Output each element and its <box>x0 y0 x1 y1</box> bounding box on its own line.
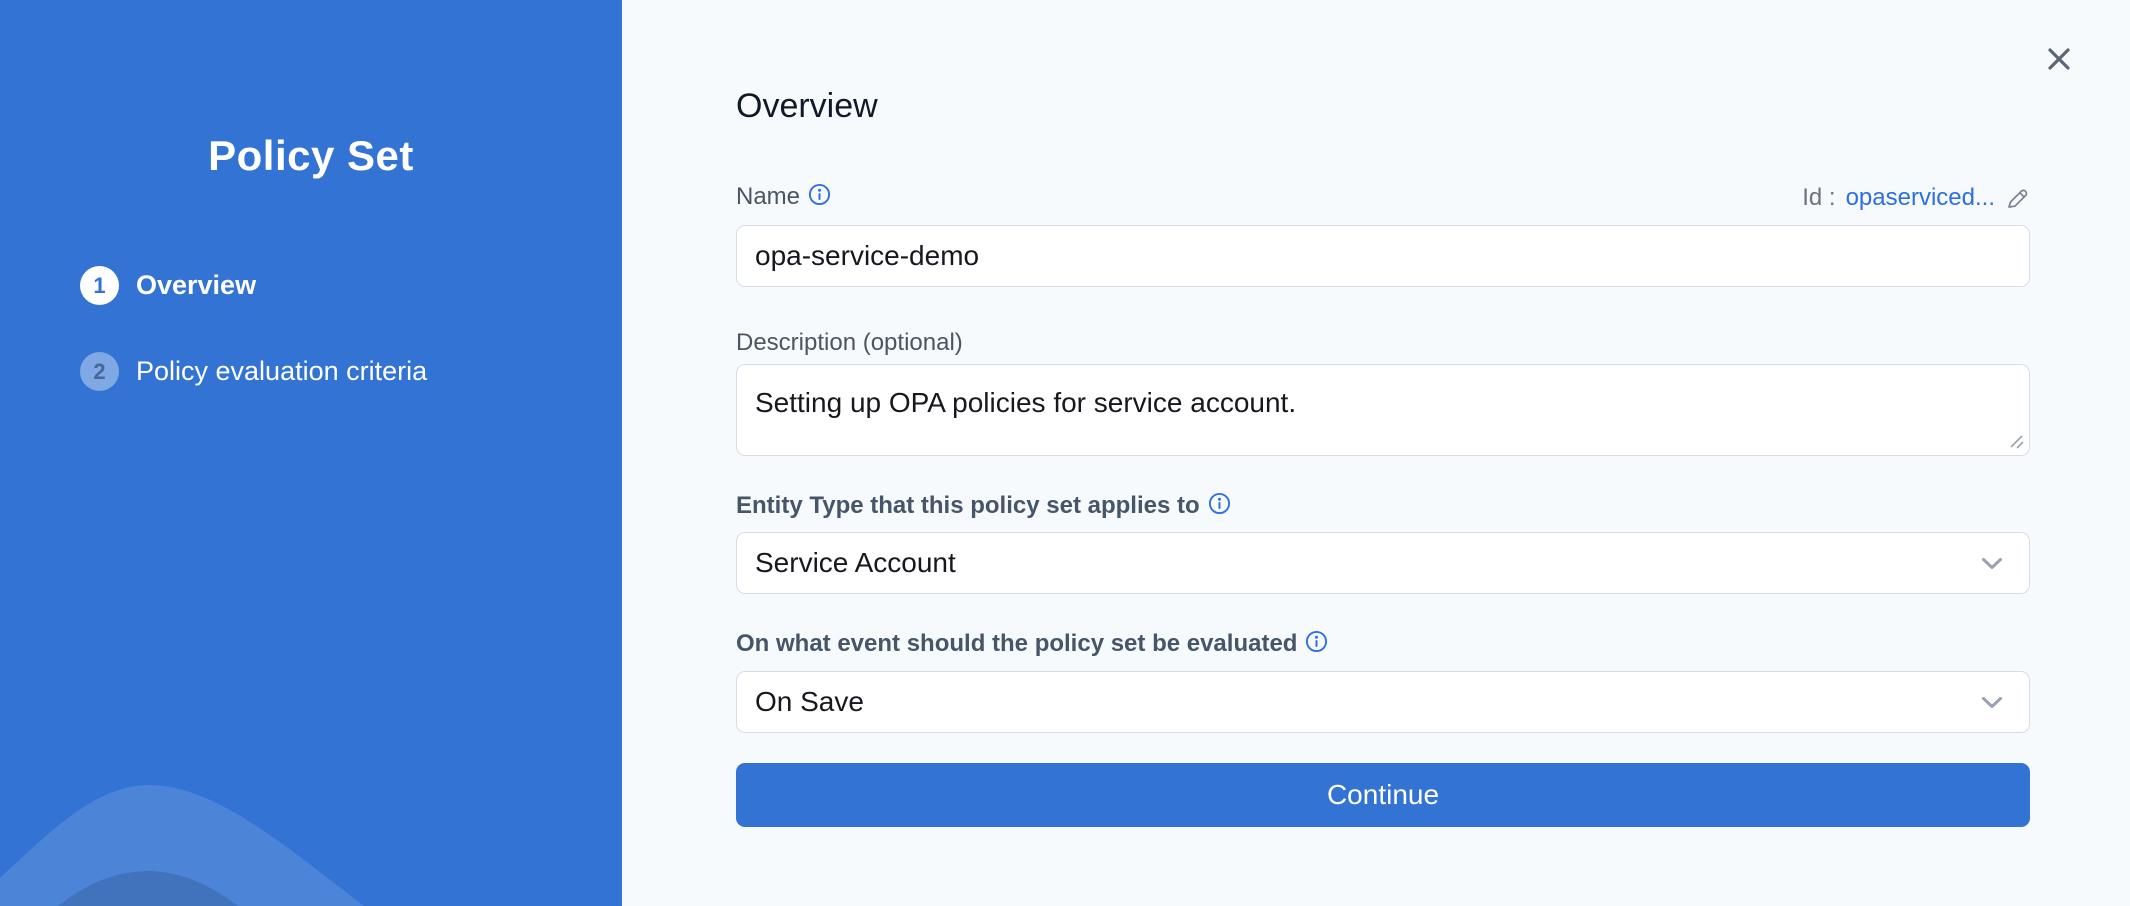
decorative-waves <box>0 780 622 906</box>
chevron-down-icon <box>1981 696 2003 709</box>
wizard-sidebar: Policy Set 1 Overview 2 Policy evaluatio… <box>0 0 622 906</box>
description-textarea[interactable]: Setting up OPA policies for service acco… <box>736 364 2030 456</box>
step-1-indicator: 1 <box>80 266 119 305</box>
sidebar-item-overview[interactable]: 1 Overview <box>80 266 256 305</box>
event-value: On Save <box>737 686 864 718</box>
description-textarea-wrap: Setting up OPA policies for service acco… <box>736 364 2030 456</box>
step-2-indicator: 2 <box>80 352 119 391</box>
chevron-down-icon <box>1981 557 2003 570</box>
name-input[interactable] <box>736 225 2030 287</box>
overview-form-panel: Overview Name Id : opaserviced... <box>622 0 2130 906</box>
page-title: Overview <box>736 86 878 126</box>
step-1-label: Overview <box>136 270 256 301</box>
continue-button[interactable]: Continue <box>736 763 2030 827</box>
info-icon[interactable] <box>808 183 831 206</box>
info-icon[interactable] <box>1208 492 1231 515</box>
name-label: Name <box>736 182 800 212</box>
close-button[interactable] <box>2044 44 2074 74</box>
sidebar-title: Policy Set <box>0 132 622 180</box>
entity-type-select[interactable]: Service Account <box>736 532 2030 594</box>
description-label: Description (optional) <box>736 328 963 358</box>
name-label-row: Name <box>736 182 831 212</box>
edit-pencil-icon <box>2005 186 2030 211</box>
entity-type-label-row: Entity Type that this policy set applies… <box>736 491 1231 521</box>
edit-id-button[interactable] <box>2005 186 2030 211</box>
policy-set-modal: Policy Set 1 Overview 2 Policy evaluatio… <box>0 0 2130 906</box>
id-label: Id : <box>1802 184 1835 212</box>
id-row: Id : opaserviced... <box>1802 184 2030 212</box>
description-label-row: Description (optional) <box>736 328 963 358</box>
close-icon <box>2046 46 2072 72</box>
event-label: On what event should the policy set be e… <box>736 629 1297 659</box>
info-icon[interactable] <box>1305 630 1328 653</box>
entity-type-label: Entity Type that this policy set applies… <box>736 491 1200 521</box>
entity-type-value: Service Account <box>737 547 956 579</box>
event-label-row: On what event should the policy set be e… <box>736 629 1328 659</box>
event-select[interactable]: On Save <box>736 671 2030 733</box>
id-link[interactable]: opaserviced... <box>1846 184 1995 212</box>
step-2-label: Policy evaluation criteria <box>136 356 427 387</box>
sidebar-item-policy-evaluation-criteria[interactable]: 2 Policy evaluation criteria <box>80 352 427 391</box>
